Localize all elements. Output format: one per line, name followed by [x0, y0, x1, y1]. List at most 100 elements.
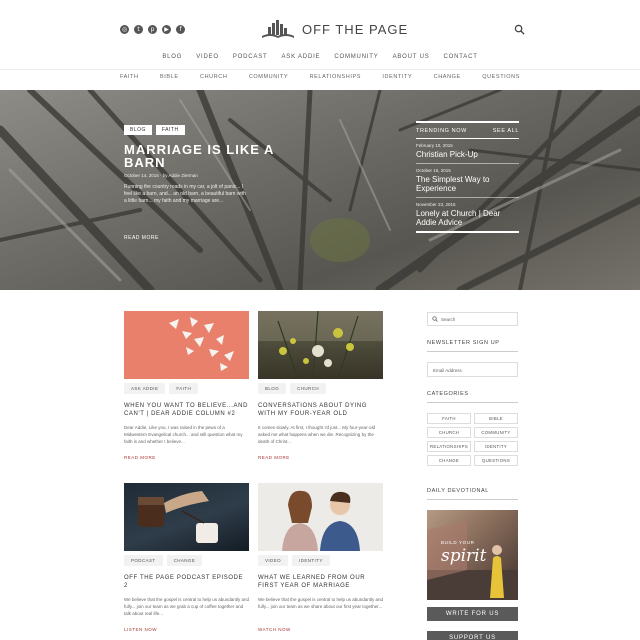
post-read-more-link[interactable]: READ MORE — [124, 455, 249, 460]
search-icon[interactable] — [514, 24, 525, 35]
search-input-placeholder: Search — [441, 316, 456, 322]
category-button-questions[interactable]: QUESTIONS — [474, 455, 518, 466]
topic-item-church[interactable]: CHURCH — [200, 74, 227, 86]
post-title[interactable]: OFF THE PAGE PODCAST EPISODE 2 — [124, 574, 249, 590]
post-image-paper-cranes[interactable] — [124, 311, 249, 379]
trending-see-all-link[interactable]: SEE ALL — [493, 128, 519, 134]
post-tags: PODCAST CHANGE — [124, 555, 249, 566]
post-tags: ASK ADDIE FAITH — [124, 383, 249, 394]
sidebar-search: Search — [427, 312, 518, 326]
topic-item-community[interactable]: COMMUNITY — [249, 74, 288, 86]
trending-item[interactable]: February 10, 2015 Christian Pick-Up — [416, 139, 519, 164]
post-tag[interactable]: PODCAST — [124, 555, 163, 566]
site-logo[interactable]: OFF THE PAGE — [260, 18, 408, 40]
nav-item-blog[interactable]: BLOG — [162, 54, 182, 66]
trending-item[interactable]: October 16, 2015 The Simplest Way to Exp… — [416, 164, 519, 198]
category-button-change[interactable]: CHANGE — [427, 455, 471, 466]
social-links: ◎ t p ▶ f — [120, 25, 185, 34]
post-tag[interactable]: FAITH — [169, 383, 199, 394]
category-button-identity[interactable]: IDENTITY — [474, 441, 518, 452]
trending-header: TRENDING NOW SEE ALL — [416, 123, 519, 138]
search-icon — [432, 316, 438, 322]
hero-title[interactable]: MARRIAGE IS LIKE A BARN — [124, 143, 284, 169]
post-title[interactable]: WHEN YOU WANT TO BELIEVE...AND CAN'T | D… — [124, 402, 249, 418]
post-tag[interactable]: BLOG — [258, 383, 287, 394]
hero-banner: BLOG FAITH MARRIAGE IS LIKE A BARN Octob… — [0, 90, 640, 290]
write-for-us-button[interactable]: WRITE FOR US — [427, 607, 518, 621]
trending-item[interactable]: November 23, 2015 Lonely at Church | Dea… — [416, 198, 519, 233]
category-button-faith[interactable]: FAITH — [427, 413, 471, 424]
site-header: ◎ t p ▶ f OFF THE PAGE — [0, 0, 640, 50]
couple-photo-illustration — [282, 490, 360, 551]
nav-item-about-us[interactable]: ABOUT US — [393, 54, 430, 66]
categories-label: CATEGORIES — [427, 391, 518, 403]
facebook-icon[interactable]: f — [176, 25, 185, 34]
trending-item-title[interactable]: The Simplest Way to Experience — [416, 175, 519, 194]
trending-item-title[interactable]: Lonely at Church | Dear Addie Advice — [416, 209, 519, 228]
post-read-more-link[interactable]: WATCH NOW — [258, 627, 383, 632]
post-image-flowers[interactable] — [258, 311, 383, 379]
nav-item-contact[interactable]: CONTACT — [444, 54, 478, 66]
logo-text: OFF THE PAGE — [302, 21, 409, 37]
book-city-logo-icon — [262, 20, 294, 38]
categories-widget: CATEGORIES FAITH BIBLE CHURCH COMMUNITY … — [427, 391, 518, 466]
email-field[interactable]: Email Address — [427, 362, 518, 377]
hero-tags: BLOG FAITH — [124, 125, 185, 135]
search-field[interactable]: Search — [427, 312, 518, 326]
post-excerpt: We believe that the gospel is central to… — [124, 597, 249, 616]
topic-item-identity[interactable]: IDENTITY — [382, 74, 412, 86]
post-read-more-link[interactable]: LISTEN NOW — [124, 627, 249, 632]
hero-tag-blog[interactable]: BLOG — [124, 125, 152, 135]
topic-item-bible[interactable]: BIBLE — [160, 74, 179, 86]
category-button-relationships[interactable]: RELATIONSHIPS — [427, 441, 471, 452]
post-title[interactable]: CONVERSATIONS ABOUT DYING WITH MY FOUR-Y… — [258, 402, 383, 418]
devotional-widget: DAILY DEVOTIONAL BUILD YOUR spirit — [427, 488, 518, 600]
post-tag[interactable]: ASK ADDIE — [124, 383, 166, 394]
write-for-us-wrapper: WRITE FOR US — [427, 607, 518, 621]
post-excerpt: We believe that the gospel is central to… — [258, 597, 383, 609]
devotional-label: DAILY DEVOTIONAL — [427, 488, 518, 500]
post-tag[interactable]: CHURCH — [290, 383, 327, 394]
primary-nav: BLOG VIDEO PODCAST ASK ADDIE COMMUNITY A… — [0, 54, 640, 66]
devotional-banner[interactable]: BUILD YOUR spirit — [427, 510, 518, 600]
hero-read-more-link[interactable]: READ MORE — [124, 235, 159, 241]
support-us-button[interactable]: SUPPORT US — [427, 631, 518, 640]
post-card: ASK ADDIE FAITH WHEN YOU WANT TO BELIEVE… — [124, 311, 249, 460]
topic-item-change[interactable]: CHANGE — [434, 74, 461, 86]
instagram-icon[interactable]: ◎ — [120, 25, 129, 34]
post-card: BLOG CHURCH CONVERSATIONS ABOUT DYING WI… — [258, 311, 383, 460]
category-grid: FAITH BIBLE CHURCH COMMUNITY RELATIONSHI… — [427, 413, 518, 466]
post-tags: VIDEO IDENTITY — [258, 555, 383, 566]
paper-cranes-illustration — [169, 317, 234, 371]
nav-item-community[interactable]: COMMUNITY — [334, 54, 378, 66]
youtube-icon[interactable]: ▶ — [162, 25, 171, 34]
nav-item-video[interactable]: VIDEO — [196, 54, 219, 66]
nav-item-podcast[interactable]: PODCAST — [233, 54, 268, 66]
topic-item-relationships[interactable]: RELATIONSHIPS — [310, 74, 361, 86]
post-read-more-link[interactable]: READ MORE — [258, 455, 383, 460]
topic-item-faith[interactable]: FAITH — [120, 74, 139, 86]
hero-tag-faith[interactable]: FAITH — [155, 125, 185, 135]
trending-item-title[interactable]: Christian Pick-Up — [416, 150, 519, 160]
trending-item-date: October 16, 2015 — [416, 167, 451, 173]
post-tag[interactable]: VIDEO — [258, 555, 289, 566]
trending-item-date: November 23, 2015 — [416, 201, 456, 207]
post-image-couple[interactable] — [258, 483, 383, 551]
nav-item-ask-addie[interactable]: ASK ADDIE — [281, 54, 320, 66]
post-tag[interactable]: CHANGE — [166, 555, 203, 566]
category-button-church[interactable]: CHURCH — [427, 427, 471, 438]
branches-background-image — [0, 90, 640, 290]
category-button-bible[interactable]: BIBLE — [474, 413, 518, 424]
post-image-coffee[interactable] — [124, 483, 249, 551]
category-button-community[interactable]: COMMUNITY — [474, 427, 518, 438]
topic-item-questions[interactable]: QUESTIONS — [482, 74, 520, 86]
hero-excerpt: Running the country roads in my car, a j… — [124, 184, 246, 204]
newsletter-label: NEWSLETTER SIGN UP — [427, 340, 518, 352]
twitter-icon[interactable]: t — [134, 25, 143, 34]
pinterest-icon[interactable]: p — [148, 25, 157, 34]
post-tag[interactable]: IDENTITY — [292, 555, 330, 566]
post-title[interactable]: WHAT WE LEARNED FROM OUR FIRST YEAR OF M… — [258, 574, 383, 590]
post-excerpt: It comes slowly. At first, I thought I'd… — [258, 425, 376, 444]
nav-divider — [0, 69, 640, 70]
post-card: PODCAST CHANGE OFF THE PAGE PODCAST EPIS… — [124, 483, 249, 632]
